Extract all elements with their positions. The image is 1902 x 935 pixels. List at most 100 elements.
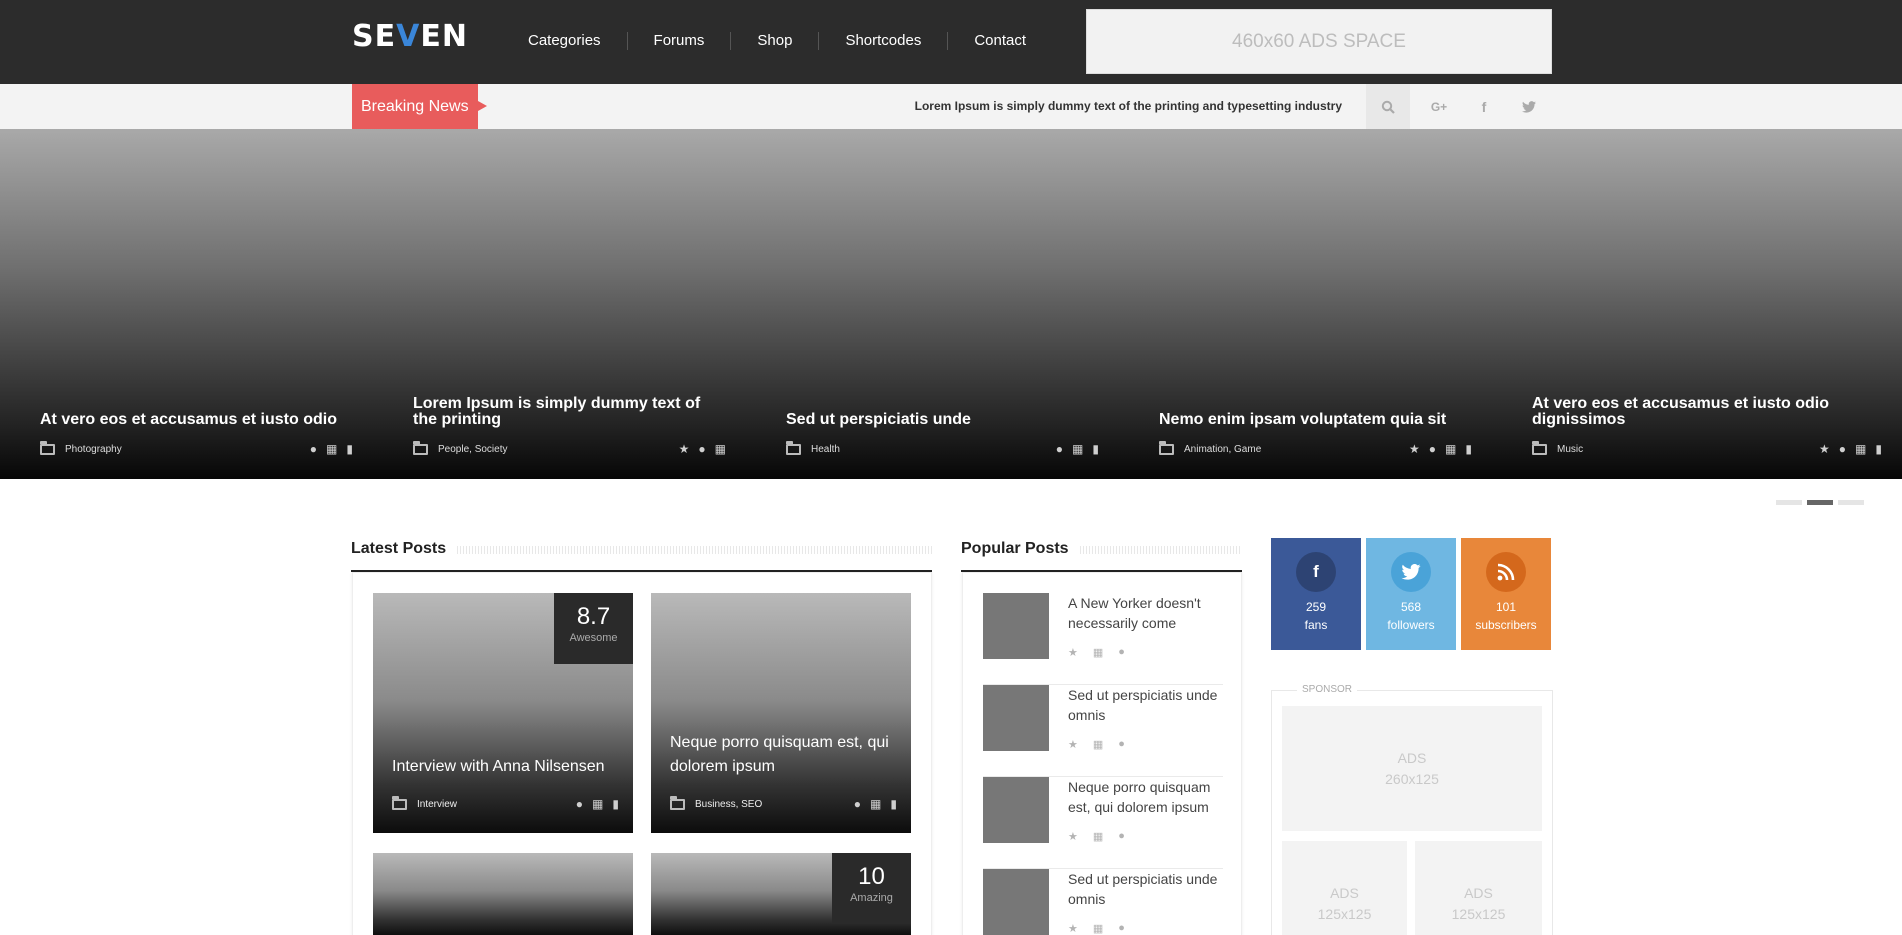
google-plus-icon[interactable]: G+ <box>1417 84 1461 129</box>
user-icon: ● <box>1118 646 1125 658</box>
facebook-icon: f <box>1296 552 1336 592</box>
slider-dot[interactable] <box>1776 500 1802 505</box>
post-thumbnail[interactable] <box>983 685 1049 751</box>
facebook-counter[interactable]: f 259 fans <box>1271 538 1361 650</box>
rss-count: 101 <box>1495 600 1517 614</box>
folder-icon <box>392 795 407 810</box>
twitter-counter[interactable]: 568 followers <box>1366 538 1456 650</box>
slide-title[interactable]: Sed ut perspiciatis unde <box>786 412 1099 428</box>
user-icon: ● <box>1428 442 1437 456</box>
slide-title[interactable]: At vero eos et accusamus et iusto odio d… <box>1532 396 1882 428</box>
slide-category[interactable]: Health <box>811 444 1056 455</box>
card-meta: Business, SEO ● ▦ ▮ <box>670 795 897 811</box>
post-thumbnail[interactable] <box>983 593 1049 659</box>
user-icon: ● <box>853 797 862 811</box>
slide-title[interactable]: At vero eos et accusamus et iusto odio <box>40 412 353 428</box>
comment-icon: ▮ <box>1092 442 1099 456</box>
popular-post-title[interactable]: A New Yorker doesn't necessarily come <box>1068 593 1218 633</box>
twitter-button[interactable] <box>1507 84 1551 129</box>
slide-category[interactable]: Photography <box>65 444 310 455</box>
nav-categories[interactable]: Categories <box>502 28 627 54</box>
hero-slide[interactable]: Sed ut perspiciatis unde Health ● ▦ ▮ <box>746 129 1119 479</box>
meta-icons: ● ▦ ▮ <box>310 442 353 456</box>
calendar-icon: ▦ <box>1092 923 1104 935</box>
slide-category[interactable]: Music <box>1557 444 1819 455</box>
popular-post-item[interactable]: Sed ut perspiciatis unde omnis ★ ▦ ● <box>983 685 1223 777</box>
nav-shortcodes[interactable]: Shortcodes <box>819 28 947 54</box>
slider-dot-active[interactable] <box>1807 500 1833 505</box>
post-thumbnail[interactable] <box>983 869 1049 935</box>
calendar-icon: ▦ <box>326 442 338 456</box>
popular-post-title[interactable]: Sed ut perspiciatis unde omnis <box>1068 685 1218 725</box>
logo-text: SEVEN <box>352 18 468 54</box>
card-title[interactable]: Interview with Anna Nilsensen <box>392 755 619 779</box>
popular-post-item[interactable]: Neque porro quisquam est, qui dolorem ip… <box>983 777 1223 869</box>
post-thumbnail[interactable] <box>983 777 1049 843</box>
folder-icon <box>670 795 685 810</box>
rss-label: subscribers <box>1475 618 1537 632</box>
hero-slide[interactable]: At vero eos et accusamus et iusto odio d… <box>1492 129 1902 479</box>
star-icon: ★ <box>1409 442 1420 456</box>
popular-post-title[interactable]: Neque porro quisquam est, qui dolorem ip… <box>1068 777 1218 817</box>
post-card[interactable]: 10 Amazing <box>651 853 911 935</box>
post-card[interactable]: 8.7 Awesome Interview with Anna Nilsense… <box>373 593 633 833</box>
popular-post-title[interactable]: Sed ut perspiciatis unde omnis <box>1068 869 1218 909</box>
star-icon: ★ <box>1819 442 1830 456</box>
folder-icon <box>413 440 428 455</box>
calendar-icon: ▦ <box>592 797 604 811</box>
rss-counter[interactable]: 101 subscribers <box>1461 538 1551 650</box>
site-logo[interactable]: SEVEN <box>352 16 468 56</box>
ad-125x125[interactable]: ADS 125x125 <box>1415 841 1542 935</box>
hero-slide[interactable]: At vero eos et accusamus et iusto odio P… <box>0 129 373 479</box>
folder-icon <box>786 440 801 455</box>
rss-icon <box>1486 552 1526 592</box>
card-category[interactable]: Interview <box>417 799 576 810</box>
slide-meta: Animation, Game ★ ● ▦ ▮ <box>1159 440 1472 457</box>
slider-dot[interactable] <box>1838 500 1864 505</box>
top-header: SEVEN Categories Forums Shop Shortcodes … <box>0 0 1902 84</box>
calendar-icon: ▦ <box>1445 442 1457 456</box>
score-value: 8.7 <box>576 603 611 630</box>
nav-contact[interactable]: Contact <box>948 28 1052 54</box>
comment-icon: ▮ <box>612 797 619 811</box>
search-button[interactable] <box>1366 84 1410 129</box>
facebook-icon[interactable]: f <box>1462 84 1506 129</box>
calendar-icon: ▦ <box>1092 831 1104 843</box>
ad-260x125[interactable]: ADS 260x125 <box>1282 706 1542 831</box>
header-ad-space[interactable]: 460x60 ADS SPACE <box>1086 9 1552 74</box>
meta-icons: ● ▦ ▮ <box>1056 442 1099 456</box>
ad-label: ADS <box>1397 749 1427 766</box>
twitter-count: 568 <box>1400 600 1422 614</box>
slide-category[interactable]: People, Society <box>438 444 679 455</box>
nav-forums[interactable]: Forums <box>628 28 731 54</box>
breaking-news-label: Breaking News <box>352 84 487 129</box>
folder-icon <box>1159 440 1174 455</box>
meta-icons: ★ ▦ ● <box>1068 646 1125 659</box>
ad-125x125[interactable]: ADS 125x125 <box>1282 841 1407 935</box>
post-card[interactable]: Neque porro quisquam est, qui dolorem ip… <box>651 593 911 833</box>
card-category[interactable]: Business, SEO <box>695 799 854 810</box>
hero-slide[interactable]: Nemo enim ipsam voluptatem quia sit Anim… <box>1119 129 1492 479</box>
hero-slide[interactable]: Lorem Ipsum is simply dummy text of the … <box>373 129 746 479</box>
nav-shop[interactable]: Shop <box>731 28 818 54</box>
user-icon: ● <box>575 797 584 811</box>
hero-slider[interactable]: At vero eos et accusamus et iusto odio P… <box>0 129 1902 479</box>
slide-title[interactable]: Nemo enim ipsam voluptatem quia sit <box>1159 412 1472 428</box>
popular-post-item[interactable]: A New Yorker doesn't necessarily come ★ … <box>983 593 1223 685</box>
facebook-count: 259 <box>1305 600 1327 614</box>
folder-icon <box>40 440 55 455</box>
news-ticker[interactable]: Lorem Ipsum is simply dummy text of the … <box>900 84 1342 129</box>
popular-post-item[interactable]: Sed ut perspiciatis unde omnis ★ ▦ ● <box>983 869 1223 935</box>
popular-posts-title: Popular Posts <box>961 540 1079 558</box>
facebook-label: fans <box>1304 618 1328 632</box>
latest-posts-panel: 8.7 Awesome Interview with Anna Nilsense… <box>352 572 932 935</box>
card-title[interactable]: Neque porro quisquam est, qui dolorem ip… <box>670 731 897 779</box>
post-card[interactable] <box>373 853 633 935</box>
meta-icons: ★ ● ▦ <box>679 442 726 456</box>
folder-icon <box>1532 440 1547 455</box>
slide-category[interactable]: Animation, Game <box>1184 444 1409 455</box>
meta-icons: ★ ● ▦ ▮ <box>1409 442 1472 456</box>
main-nav: Categories Forums Shop Shortcodes Contac… <box>502 28 1052 54</box>
slide-title[interactable]: Lorem Ipsum is simply dummy text of the … <box>413 396 726 428</box>
twitter-icon <box>1522 100 1536 113</box>
